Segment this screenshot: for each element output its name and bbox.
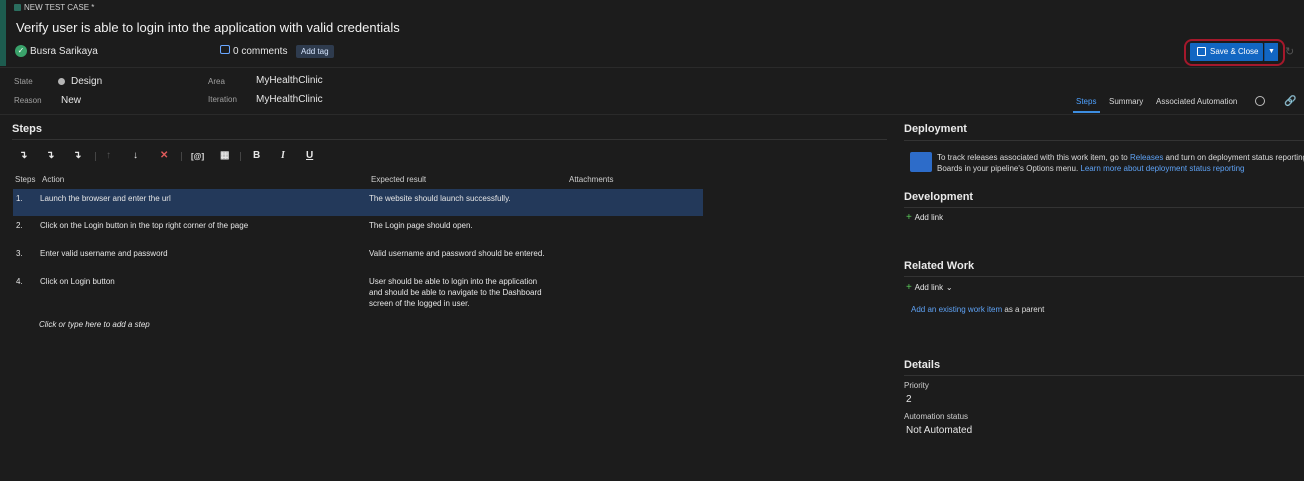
add-link-label: Add link — [914, 283, 944, 292]
active-tab-indicator — [1073, 111, 1100, 113]
step-expected[interactable]: and should be able to navigate to the Da… — [369, 287, 542, 298]
save-options-dropdown[interactable]: ▼ — [1264, 43, 1278, 61]
create-shared-steps-icon[interactable]: ↴ — [73, 150, 81, 161]
toolbar-separator — [95, 152, 96, 161]
test-case-icon — [14, 4, 21, 11]
deployment-text: and turn on deployment status reporting — [1163, 153, 1304, 162]
details-title: Details — [904, 359, 941, 371]
add-link-label: Add link — [914, 213, 944, 222]
state-field[interactable]: Design — [71, 76, 102, 87]
development-divider — [904, 207, 1304, 208]
related-add-link[interactable]: + Add link ⌄ — [906, 282, 953, 293]
iteration-label: Iteration — [208, 95, 237, 104]
underline-button[interactable]: U — [306, 150, 313, 161]
work-item-title[interactable]: Verify user is able to login into the ap… — [16, 20, 400, 35]
bold-button[interactable]: B — [253, 150, 260, 161]
history-icon[interactable] — [1255, 96, 1265, 106]
chevron-down-icon: ▼ — [1268, 48, 1275, 55]
deployment-text: Boards in your pipeline's Options menu. — [937, 164, 1081, 173]
deployment-text: To track releases associated with this w… — [937, 153, 1130, 162]
reason-label: Reason — [14, 96, 42, 105]
deployment-divider — [904, 140, 1304, 141]
step-number: 4. — [16, 277, 23, 286]
state-label: State — [14, 77, 33, 86]
step-number: 1. — [16, 194, 23, 203]
work-item-accent-bar — [0, 0, 6, 66]
step-action[interactable]: Enter valid username and password — [40, 248, 168, 259]
releases-link[interactable]: Releases — [1130, 153, 1163, 162]
save-icon — [1197, 47, 1206, 56]
tab-associated-automation[interactable]: Associated Automation — [1156, 97, 1237, 106]
assigned-user[interactable]: Busra Sarikaya — [30, 46, 98, 57]
step-expected[interactable]: User should be able to login into the ap… — [369, 276, 537, 287]
move-down-icon[interactable]: ↓ — [133, 150, 138, 161]
related-work-divider — [904, 276, 1304, 277]
priority-field[interactable]: 2 — [906, 394, 912, 405]
move-up-icon[interactable]: ↑ — [106, 150, 111, 161]
chevron-down-icon: ⌄ — [945, 283, 953, 292]
reason-field[interactable]: New — [61, 95, 81, 106]
area-field[interactable]: MyHealthClinic — [256, 75, 323, 86]
column-header-action: Action — [42, 175, 65, 184]
step-expected[interactable]: screen of the logged in user. — [369, 298, 470, 309]
add-tag-button[interactable]: Add tag — [296, 45, 334, 58]
insert-step-icon[interactable]: ↴ — [19, 150, 27, 161]
comment-icon[interactable] — [220, 45, 230, 54]
steps-section-title: Steps — [12, 123, 42, 135]
development-add-link[interactable]: + Add link — [906, 212, 943, 223]
step-number: 2. — [16, 221, 23, 230]
automation-status-label: Automation status — [904, 412, 969, 421]
header-divider — [0, 67, 1304, 68]
column-header-attachments: Attachments — [569, 175, 614, 184]
delete-icon[interactable]: ✕ — [160, 150, 168, 161]
automation-status-field[interactable]: Not Automated — [906, 425, 972, 436]
tabs-divider — [0, 114, 1304, 115]
iteration-field[interactable]: MyHealthClinic — [256, 94, 323, 105]
tab-summary[interactable]: Summary — [1109, 97, 1143, 106]
avatar[interactable]: ✓ — [15, 45, 27, 57]
existing-suffix: as a parent — [1002, 305, 1045, 314]
development-title: Development — [904, 191, 974, 203]
deployment-info: To track releases associated with this w… — [937, 152, 1304, 174]
steps-section-divider — [12, 139, 887, 140]
column-header-steps: Steps — [15, 175, 36, 184]
italic-button[interactable]: I — [281, 150, 285, 161]
step-action[interactable]: Launch the browser and enter the url — [40, 193, 171, 204]
plus-icon: + — [906, 282, 912, 293]
add-existing-work-item-link[interactable]: Add an existing work item — [911, 305, 1002, 314]
refresh-icon[interactable]: ↻ — [1285, 45, 1294, 58]
step-action[interactable]: Click on Login button — [40, 276, 115, 287]
link-icon[interactable]: 🔗 — [1284, 96, 1296, 107]
priority-label: Priority — [904, 381, 929, 390]
column-header-expected: Expected result — [371, 175, 427, 184]
comments-link[interactable]: 0 comments — [233, 46, 287, 57]
tab-steps[interactable]: Steps — [1076, 97, 1096, 106]
area-label: Area — [208, 77, 225, 86]
insert-shared-steps-icon[interactable]: ↴ — [46, 150, 54, 161]
parameter-icon[interactable]: [@] — [191, 152, 204, 161]
plus-icon: + — [906, 212, 912, 223]
state-indicator — [58, 78, 65, 85]
step-number: 3. — [16, 249, 23, 258]
learn-more-link[interactable]: Learn more about deployment status repor… — [1080, 164, 1244, 173]
attachment-icon[interactable]: ▦ — [220, 150, 229, 161]
step-expected[interactable]: Valid username and password should be en… — [369, 248, 545, 259]
step-expected[interactable]: The Login page should open. — [369, 220, 473, 231]
work-item-type-label: NEW TEST CASE * — [24, 3, 95, 12]
step-action[interactable]: Click on the Login button in the top rig… — [40, 220, 248, 231]
deployment-title: Deployment — [904, 123, 967, 135]
related-work-title: Related Work — [904, 260, 975, 272]
related-existing: Add an existing work item as a parent — [911, 305, 1044, 314]
step-expected[interactable]: The website should launch successfully. — [369, 193, 511, 204]
toolbar-separator — [181, 152, 182, 161]
pipelines-icon — [910, 152, 932, 172]
toolbar-separator — [240, 152, 241, 161]
details-divider — [904, 375, 1304, 376]
add-step-input[interactable]: Click or type here to add a step — [39, 320, 150, 329]
